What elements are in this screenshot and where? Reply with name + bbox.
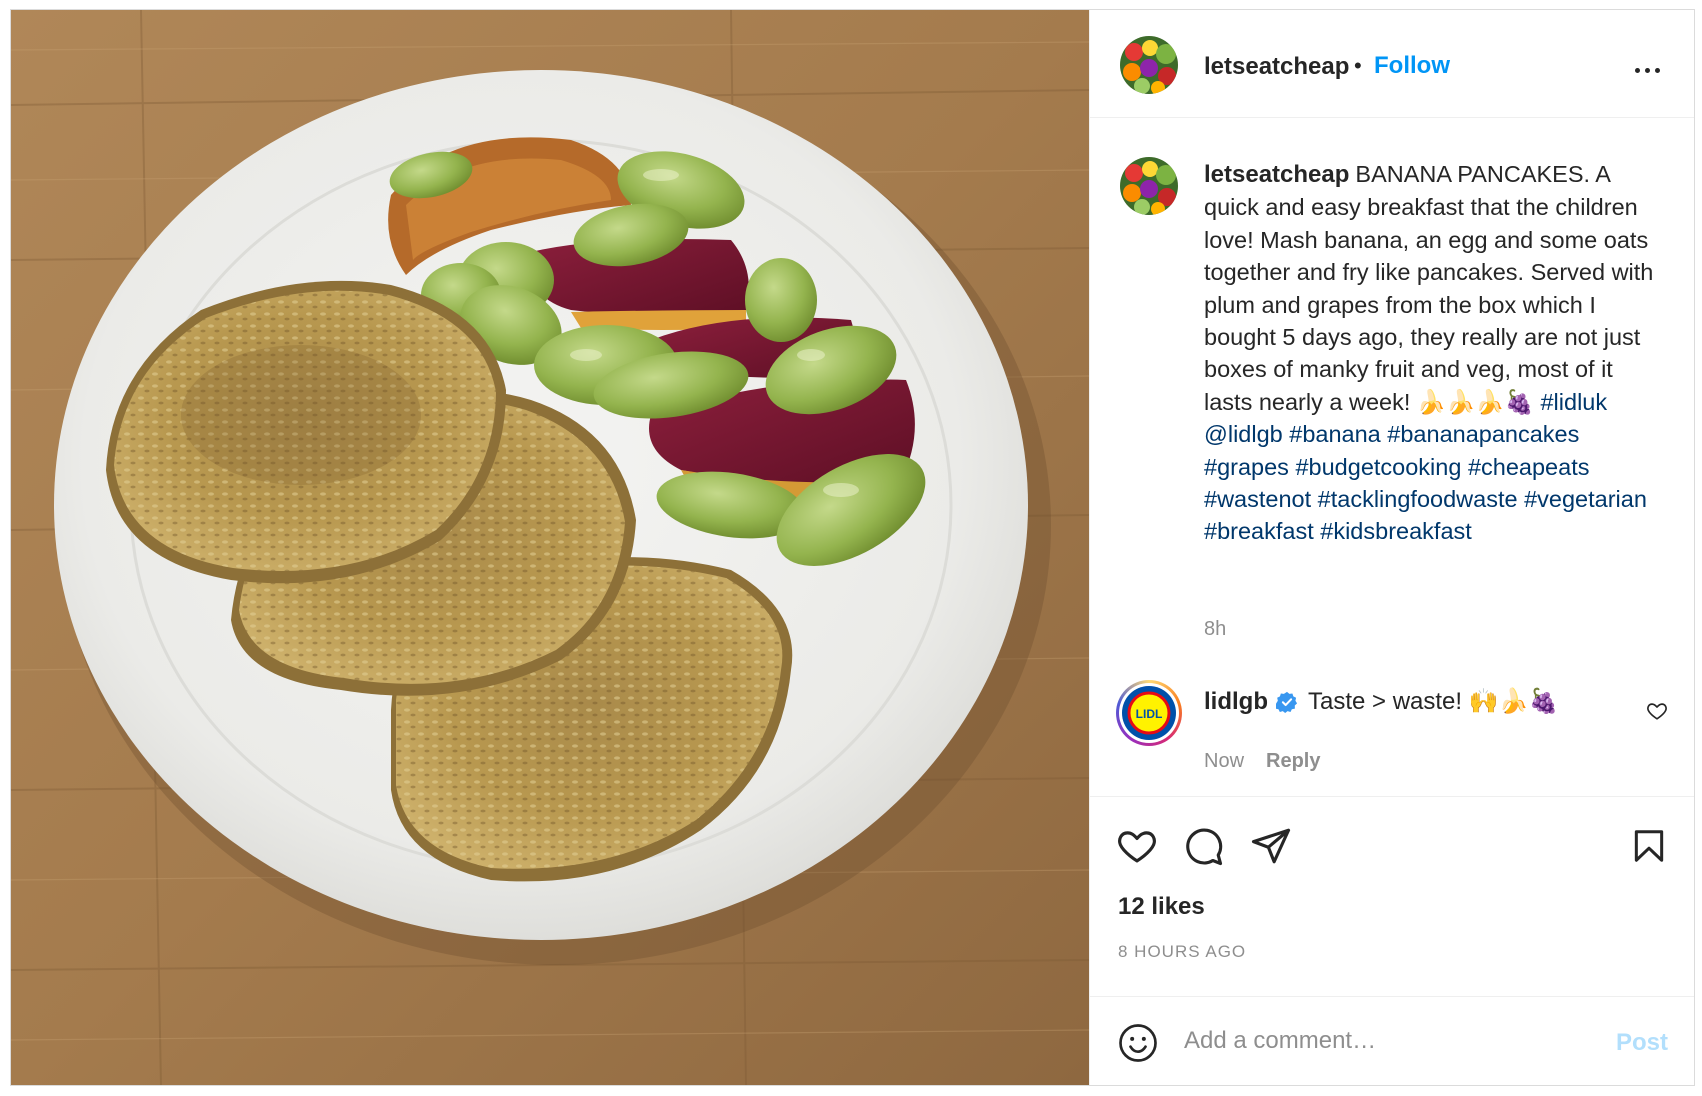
post-modal: letseatcheap • Follow letseatcheap BANAN…: [10, 9, 1695, 1086]
hashtag-breakfast[interactable]: #breakfast: [1204, 518, 1314, 544]
comment-icon[interactable]: [1182, 825, 1224, 867]
caption-author-avatar[interactable]: [1120, 157, 1178, 215]
verified-badge-icon: [1275, 691, 1298, 713]
comment-time: Now: [1204, 750, 1245, 772]
hashtag-lidluk[interactable]: #lidluk: [1540, 389, 1607, 415]
caption-time-ago: 8h: [1204, 618, 1227, 640]
likes-count[interactable]: 12 likes: [1118, 893, 1205, 921]
paper-plane-icon[interactable]: [1250, 825, 1292, 867]
commenter-username[interactable]: lidlgb: [1204, 688, 1268, 716]
hashtag-cheapeats[interactable]: #cheapeats: [1468, 454, 1590, 480]
mention-lidlgb[interactable]: @lidlgb: [1204, 421, 1283, 447]
hashtag-vegetarian[interactable]: #vegetarian: [1524, 486, 1647, 512]
more-options-icon[interactable]: [1635, 68, 1660, 73]
post-header: letseatcheap • Follow: [1090, 10, 1694, 118]
post-photo[interactable]: [11, 10, 1089, 1085]
comment-meta: Now Reply: [1204, 750, 1320, 773]
hashtag-grapes[interactable]: #grapes: [1204, 454, 1289, 480]
lidl-logo: LIDL: [1122, 686, 1176, 740]
heart-icon[interactable]: [1116, 825, 1158, 867]
hashtag-budgetcooking[interactable]: #budgetcooking: [1295, 454, 1461, 480]
post-actions: 12 likes 8 HOURS AGO: [1090, 796, 1694, 996]
caption-text: BANANA PANCAKES. A quick and easy breakf…: [1204, 161, 1654, 415]
hashtag-tacklingfoodwaste[interactable]: #tacklingfoodwaste: [1318, 486, 1518, 512]
comment-composer: Post: [1090, 996, 1694, 1085]
comment-text: Taste > waste! 🙌🍌🍇: [1307, 688, 1559, 715]
hashtag-wastenot[interactable]: #wastenot: [1204, 486, 1311, 512]
commenter-avatar[interactable]: LIDL: [1116, 680, 1182, 746]
reply-button[interactable]: Reply: [1266, 750, 1320, 773]
comment-like-heart-icon[interactable]: [1646, 700, 1668, 722]
post-comment-button[interactable]: Post: [1616, 1029, 1668, 1057]
separator-dot: •: [1354, 53, 1362, 78]
food-photo-illustration: [11, 10, 1089, 1085]
hashtag-kidsbreakfast[interactable]: #kidsbreakfast: [1320, 518, 1472, 544]
post-side-panel: letseatcheap • Follow letseatcheap BANAN…: [1089, 10, 1694, 1085]
smiley-icon[interactable]: [1118, 1023, 1158, 1063]
bookmark-icon[interactable]: [1630, 825, 1668, 867]
author-avatar[interactable]: [1120, 36, 1178, 94]
hashtag-banana[interactable]: #banana: [1289, 421, 1381, 447]
comment-input[interactable]: [1184, 1019, 1564, 1063]
follow-button[interactable]: Follow: [1374, 52, 1450, 80]
comment: lidlgb Taste > waste! 🙌🍌🍇: [1204, 687, 1558, 716]
post-timestamp: 8 HOURS AGO: [1118, 942, 1247, 961]
author-username[interactable]: letseatcheap: [1204, 53, 1349, 81]
caption-username[interactable]: letseatcheap: [1204, 161, 1349, 188]
svg-text:LIDL: LIDL: [1136, 707, 1163, 721]
hashtag-bananapancakes[interactable]: #bananapancakes: [1387, 421, 1579, 447]
post-caption: letseatcheap BANANA PANCAKES. A quick and…: [1204, 158, 1666, 548]
